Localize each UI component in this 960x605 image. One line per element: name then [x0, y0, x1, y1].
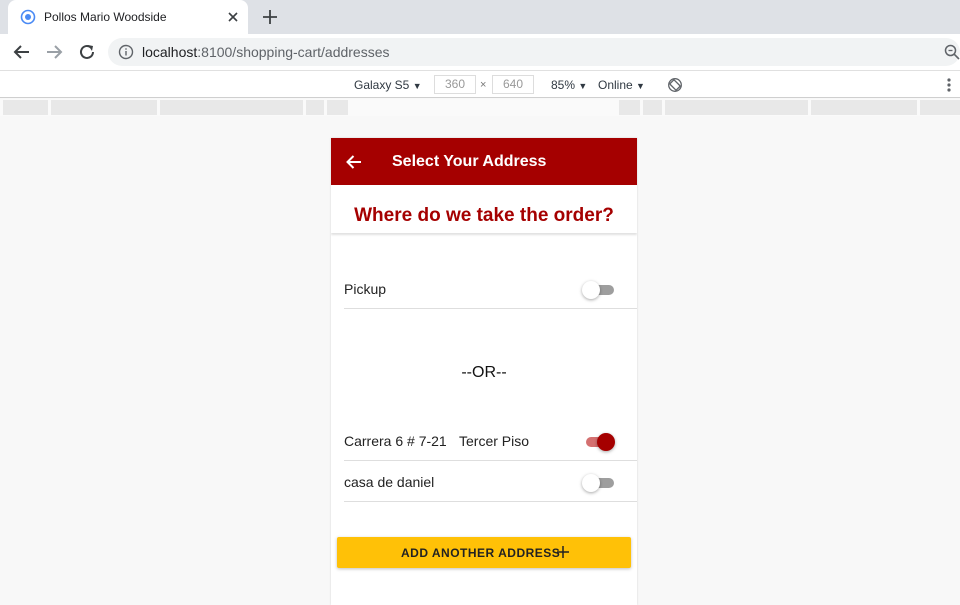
add-address-label: ADD ANOTHER ADDRESS	[401, 546, 561, 560]
address-item[interactable]: casa de daniel	[344, 461, 637, 502]
media-query-segment[interactable]	[3, 100, 48, 115]
media-query-segment[interactable]	[811, 100, 917, 115]
back-arrow-icon[interactable]	[345, 153, 363, 171]
address-toggle[interactable]	[582, 474, 616, 492]
media-query-segment[interactable]	[665, 100, 808, 115]
page-title: Select Your Address	[392, 153, 547, 170]
address-toggle[interactable]	[582, 433, 616, 451]
close-icon[interactable]	[224, 8, 242, 26]
section-heading: Where do we take the order?	[354, 205, 614, 226]
address-note: Tercer Piso	[459, 433, 530, 449]
zoom-select[interactable]: 85% ▼	[551, 78, 587, 92]
browser-tab[interactable]: Pollos Mario Woodside	[8, 0, 248, 34]
chevron-down-icon: ▼	[578, 81, 588, 91]
forward-arrow-icon[interactable]	[43, 41, 65, 63]
or-divider: --OR--	[461, 364, 507, 381]
media-query-segment[interactable]	[160, 100, 303, 115]
rotate-icon[interactable]	[667, 77, 683, 93]
pickup-label: Pickup	[344, 281, 387, 297]
more-options-icon[interactable]	[943, 76, 955, 94]
pickup-item[interactable]: Pickup	[344, 268, 637, 309]
toggle-knob	[597, 433, 615, 451]
chevron-down-icon: ▼	[412, 81, 422, 91]
pickup-toggle[interactable]	[582, 281, 616, 299]
device-select[interactable]: Galaxy S5 ▼	[354, 78, 422, 92]
app-header: Select Your Address	[331, 138, 637, 185]
app-viewport: Select Your Address Where do we take the…	[331, 138, 637, 605]
media-query-segment[interactable]	[51, 100, 157, 115]
tab-strip: Pollos Mario Woodside	[0, 0, 960, 34]
toggle-knob	[582, 281, 600, 299]
media-query-segment[interactable]	[643, 100, 662, 115]
reload-icon[interactable]	[76, 41, 98, 63]
media-query-segment[interactable]	[327, 100, 348, 115]
zoom-icon[interactable]	[944, 44, 960, 60]
address-label: casa de daniel	[344, 474, 435, 490]
url-text[interactable]: localhost:8100/shopping-cart/addresses	[142, 44, 390, 60]
back-arrow-icon[interactable]	[11, 41, 33, 63]
toggle-knob	[582, 474, 600, 492]
address-label: Carrera 6 # 7-21	[344, 433, 447, 449]
width-input[interactable]: 360	[434, 75, 476, 94]
height-input[interactable]: 640	[492, 75, 534, 94]
ionic-icon	[20, 9, 36, 25]
browser-toolbar: localhost:8100/shopping-cart/addresses	[0, 34, 960, 70]
subheader: Where do we take the order?	[331, 187, 637, 233]
add-address-button[interactable]: ADD ANOTHER ADDRESS	[337, 537, 631, 568]
media-query-segment[interactable]	[306, 100, 324, 115]
info-icon[interactable]	[118, 44, 134, 60]
media-query-bar	[0, 99, 960, 116]
network-select[interactable]: Online ▼	[598, 78, 645, 92]
media-query-segment[interactable]	[920, 100, 960, 115]
media-query-segment[interactable]	[619, 100, 640, 115]
tab-title: Pollos Mario Woodside	[44, 10, 167, 24]
address-item[interactable]: Carrera 6 # 7-21 Tercer Piso	[344, 420, 637, 461]
chevron-down-icon: ▼	[636, 81, 645, 91]
new-tab-icon[interactable]	[258, 5, 282, 29]
address-bar[interactable]: localhost:8100/shopping-cart/addresses	[108, 38, 960, 66]
plus-icon	[557, 546, 569, 558]
device-toolbar: Galaxy S5 ▼ 360 × 640 85% ▼ Online ▼	[0, 70, 960, 98]
times-symbol: ×	[480, 79, 487, 91]
